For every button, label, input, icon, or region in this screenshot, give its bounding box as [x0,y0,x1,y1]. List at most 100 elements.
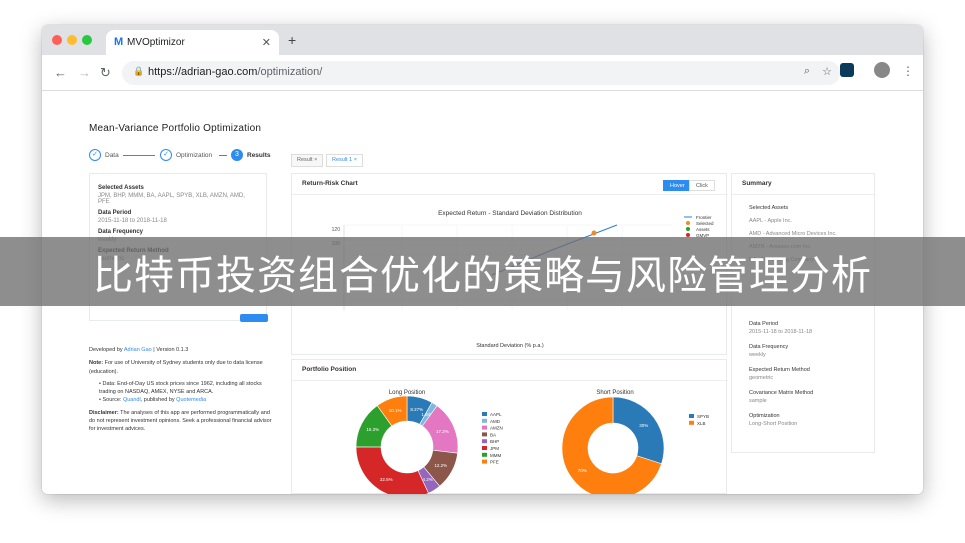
chart-title: Expected Return - Standard Deviation Dis… [438,210,582,217]
profile-avatar[interactable] [874,62,890,78]
legend-label: AMZN [490,426,503,431]
quotemedia-link[interactable]: Quotemedia [176,397,206,403]
legend-marker [482,425,487,430]
selected-point [591,230,597,236]
legend-label: AAPL [490,412,502,417]
legend-marker [482,432,487,437]
summary-assets-label: Selected Assets [749,205,789,211]
reload-icon[interactable]: ↻ [100,65,111,81]
extension-icon[interactable] [840,63,854,77]
click-mode-button[interactable]: Click [689,180,715,191]
result-tab-1[interactable]: Result 1 × [326,154,363,167]
browser-toolbar: ← → ↻ 🔒 https://adrian-gao.com/optimizat… [42,55,923,91]
summary-body: Selected Assets AAPL - Apple Inc. AMD - A… [749,196,869,427]
step-connector [219,155,227,156]
menu-kebab-icon[interactable]: ⋮ [902,64,914,78]
legend-label: BA [490,432,496,437]
legend-marker [482,439,487,444]
legend-marker [482,412,487,416]
url-text: https://adrian-gao.com/optimization/ [148,66,322,78]
long-pie-slice [355,446,429,494]
disclaimer-label: Disclaimer: [89,409,119,416]
disclaimer-line: Disclaimer: The analyses of this app are… [89,409,274,434]
legend-marker [689,414,694,418]
short-pie-slice [612,396,665,465]
selection-field-label: Data Period [98,210,132,216]
close-tab-icon[interactable]: ✕ [262,36,271,49]
address-bar[interactable]: 🔒 https://adrian-gao.com/optimization/ ⌕… [122,61,840,85]
long-pie-slice-label: 12.2% [434,463,447,468]
author-link[interactable]: Adrian Gao [124,347,152,353]
developer-line: Developed by Adrian Gao | Version 0.1.3 [89,346,274,354]
minimize-window-dot[interactable] [67,35,77,45]
portfolio-card: Portfolio Position Long Position 8.27% 1.9… [291,359,728,494]
short-pie-slice-label: 30% [639,423,648,428]
site-favicon-icon: M [114,36,124,48]
bullet-data: Data: End-of-Day US stock prices since 1… [99,380,262,395]
tab-title: MVOptimizor [127,37,185,48]
step-connector [123,155,155,156]
bookmark-star-icon[interactable]: ☆ [822,65,832,78]
summary-field-value: Long-Short Position [749,421,798,427]
note-text: For use of University of Sydney students… [89,360,263,375]
bullet-source-mid: , published by [140,397,177,404]
legend-label: MMM [490,453,501,458]
step-optimization-check-icon: ✓ [160,149,172,161]
long-position-title: Long Position [389,390,425,396]
new-tab-icon[interactable]: + [288,32,296,48]
summary-title: Summary [742,180,772,187]
summary-field-value: geometric [749,375,774,381]
legend-label: Assets [696,227,710,232]
long-pie-slice-label: 32.5% [380,477,393,482]
back-icon[interactable]: ← [54,65,67,80]
summary-field-label: Data Period [749,321,779,327]
legend-label: Frontier [696,215,712,220]
long-pie-slice-label: 15.3% [366,427,379,432]
quandl-link[interactable]: Quandl [123,397,141,403]
url-host: https://adrian-gao.com [148,66,258,78]
long-pie-slice-label: 10.1% [389,408,402,413]
forward-icon[interactable]: → [78,65,91,80]
rerun-button[interactable] [240,314,268,322]
url-path: /optimization/ [257,66,323,78]
legend-marker [482,452,487,457]
legend-label: XLB [697,421,706,426]
step-results-label: Results [247,152,271,159]
summary-field-label: Covariance Matrix Method [749,390,814,396]
summary-field-label: Optimization [749,413,780,419]
selection-field-value: JPM, BHP, MMM, BA, AAPL, SPYB, XLB, AMZN… [98,193,245,205]
summary-asset-item: AAPL - Apple Inc. [749,218,792,224]
selection-field-value: 2015-11-18 to 2018-11-18 [98,218,167,224]
version-text: | Version 0.1.3 [151,347,189,353]
summary-field-value: 2015-11-18 to 2018-11-18 [749,329,813,335]
zoom-icon[interactable]: ⌕ [804,65,810,78]
summary-field-value: weekly [749,352,766,358]
step-results-number: 3 [231,149,243,161]
summary-fields: Data Period 2015-11-18 to 2018-11-18 Data … [749,321,869,427]
maximize-window-dot[interactable] [82,35,92,45]
browser-tab[interactable]: M MVOptimizor ✕ [106,30,279,55]
legend-marker [686,227,690,231]
portfolio-position-chart: Long Position8.27%1.94%17.2%12.2%4.2%32.… [355,390,709,494]
summary-field-label: Expected Return Method [749,367,810,373]
close-window-dot[interactable] [52,35,62,45]
legend-label: Selected [696,221,714,226]
legend-label: BHP [490,439,499,444]
selection-field-label: Data Frequency [98,229,144,235]
overlay-banner: 比特币投资组合优化的策略与风险管理分析 [0,237,965,306]
legend-label: PFE [490,460,499,465]
list-item: • Source: Quandl, published by Quotemedi… [99,397,207,404]
long-pie-slice-label: 4.2% [422,477,432,482]
hover-mode-button[interactable]: Hover [663,180,692,191]
return-risk-title: Return-Risk Chart [302,180,358,187]
bullet-source-prefix: Source: [102,397,123,404]
summary-field-label: Data Frequency [749,344,789,350]
tab-strip: M MVOptimizor ✕ + [42,25,923,55]
legend-marker [482,459,487,464]
short-position-title: Short Position [596,390,633,396]
legend-marker [482,418,487,423]
step-data-label: Data [105,152,119,159]
result-tab-0[interactable]: Result × [291,154,324,167]
long-pie-slice-label: 17.2% [436,429,449,434]
legend-marker [482,446,487,450]
